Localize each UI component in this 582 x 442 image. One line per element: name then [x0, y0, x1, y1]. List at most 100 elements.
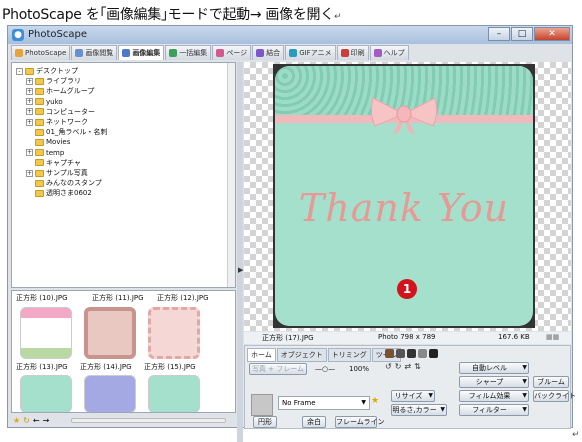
folder-tree[interactable]: - デスクトップ + ライブラリ + ホームグループ + yuko + コンピューター + ネットワー… [11, 62, 236, 288]
panel-splitter[interactable]: ▶ [237, 62, 243, 442]
library-icon [35, 77, 44, 85]
expander-icon[interactable]: - [16, 67, 23, 75]
bloom-button[interactable]: ブルーム [533, 376, 569, 388]
photo-frame-button[interactable]: 写真 + フレーム [249, 363, 307, 375]
trailing-return-mark: ↵ [572, 430, 580, 440]
auto-level-button[interactable]: 自動レベル ▼ [459, 362, 529, 374]
file-name: 正方形 (17).JPG [262, 334, 314, 342]
collapse-arrow-icon[interactable]: ▶ [238, 266, 243, 274]
close-button[interactable]: ✕ [534, 27, 570, 41]
thumbnail-panel: 正方形 (10).JPG 正方形 (11).JPG 正方形 (12).JPG 正… [11, 290, 236, 413]
tree-item[interactable]: Movies [26, 137, 70, 147]
step-badge: 1 [397, 279, 417, 299]
thumbnail-image[interactable] [84, 307, 136, 359]
thumbnail-image[interactable] [148, 307, 200, 359]
margin-button[interactable]: 余白 [302, 416, 326, 428]
tab-photoscape[interactable]: PhotoScape [11, 45, 71, 60]
star-icon[interactable]: ★ [13, 416, 20, 425]
bow-icon [370, 97, 438, 134]
flip-icon[interactable]: ⇄ [404, 362, 411, 371]
thumb-size-slider[interactable] [71, 418, 226, 423]
tab-home[interactable]: ホーム [247, 348, 276, 362]
sharpen-button[interactable]: シャープ ▼ [459, 376, 529, 388]
thank-you-card: Thank You 1 [275, 66, 533, 326]
tab-object[interactable]: オブジェクト [276, 348, 327, 362]
brightness-button[interactable]: 明るさ,カラー ▼ [391, 404, 447, 416]
minimize-button[interactable]: – [488, 27, 510, 41]
forward-icon[interactable]: → [43, 416, 50, 425]
tab-batch[interactable]: 一括編集 [165, 45, 212, 60]
color-tool-icon[interactable] [429, 349, 438, 358]
tab-label: 画像閲覧 [85, 48, 114, 57]
return-mark: ↵ [333, 12, 342, 22]
editor-icon [122, 49, 131, 57]
tree-item[interactable]: + ライブラリ [26, 76, 81, 86]
checker-icon[interactable]: ▦▦ [546, 333, 559, 341]
color-tool-icon[interactable] [407, 349, 416, 358]
tab-combine[interactable]: 結合 [252, 45, 285, 60]
thumbnail-image[interactable] [20, 307, 72, 359]
tree-item[interactable]: 01_角ラベル・名刺 [26, 127, 107, 137]
expander-icon[interactable]: + [26, 169, 33, 177]
color-tool-icon[interactable] [396, 349, 405, 358]
batch-icon [169, 49, 178, 57]
expander-icon[interactable]: + [26, 108, 33, 116]
thumbnail-image[interactable] [20, 375, 72, 412]
tab-crop[interactable]: トリミング [327, 348, 371, 362]
tree-item[interactable]: - デスクトップ [16, 66, 78, 76]
tree-item[interactable]: + サンプル写真 [26, 168, 88, 178]
frame-select[interactable]: No Frame ▼ [278, 396, 370, 410]
rotate-right-icon[interactable]: ↻ [395, 362, 402, 371]
tree-item[interactable]: 透明さま0602 [26, 188, 92, 198]
frame-preview [251, 394, 273, 416]
folder-icon [35, 128, 44, 136]
favorite-star-icon[interactable]: ★ [371, 396, 379, 406]
color-tool-icon[interactable] [418, 349, 427, 358]
expander-icon[interactable]: + [26, 87, 33, 95]
tree-item-label: ネットワーク [46, 118, 88, 126]
maximize-button[interactable]: □ [511, 27, 533, 41]
rotate-icon[interactable]: ↻ [23, 416, 30, 425]
tab-viewer[interactable]: 画像閲覧 [71, 45, 118, 60]
tab-help[interactable]: ヘルプ [369, 45, 409, 60]
tree-item[interactable]: + ホームグループ [26, 86, 94, 96]
thumbnail-image[interactable] [148, 375, 200, 412]
rotate-left-icon[interactable]: ↺ [385, 362, 392, 371]
round-button[interactable]: 円形 [253, 416, 277, 428]
color-tool-icon[interactable] [385, 349, 394, 358]
tree-item-label: ライブラリ [46, 77, 81, 86]
tree-item[interactable]: キャプチャ [26, 158, 81, 168]
expander-icon[interactable]: + [26, 118, 33, 126]
viewer-icon [75, 49, 84, 57]
edit-canvas[interactable]: Thank You 1 [244, 62, 571, 331]
tree-item-label: みんなのスタンプ [46, 179, 102, 188]
mirror-icon[interactable]: ⇅ [414, 362, 421, 371]
tree-item[interactable]: + コンピューター [26, 107, 95, 117]
expander-icon[interactable]: + [26, 149, 33, 157]
frame-line-button[interactable]: フレームライン [335, 416, 384, 428]
tab-page[interactable]: ページ [212, 45, 252, 60]
page-caption: PhotoScape を｢画像編集｣モードで起動→ 画像を開く↵ [2, 7, 342, 23]
computer-icon [35, 108, 44, 116]
tree-item[interactable]: + temp [26, 148, 64, 158]
tree-item-label: コンピューター [46, 107, 95, 116]
expander-icon[interactable]: + [26, 77, 33, 85]
back-icon[interactable]: ← [33, 416, 40, 425]
tree-item[interactable]: みんなのスタンプ [26, 178, 102, 188]
combine-icon [256, 49, 265, 57]
tab-editor[interactable]: 画像編集 [118, 45, 165, 60]
tree-item[interactable]: + yuko [26, 97, 63, 107]
filter-button[interactable]: フィルター ▼ [459, 404, 529, 416]
tab-gif[interactable]: GIFアニメ [285, 45, 336, 60]
thumb-label: 正方形 (13).JPG [16, 363, 68, 371]
tab-label: GIFアニメ [299, 48, 332, 57]
resize-button[interactable]: リサイズ ▼ [391, 390, 435, 402]
expander-icon[interactable]: + [26, 98, 33, 106]
zoom-slider-icon[interactable]: —○— [315, 365, 335, 373]
film-effect-button[interactable]: フィルム効果 ▼ [459, 390, 529, 402]
tab-print[interactable]: 印刷 [336, 45, 369, 60]
thumbnail-image[interactable] [84, 375, 136, 412]
tree-scrollbar[interactable] [227, 63, 235, 287]
backlight-button[interactable]: バックライト [533, 390, 576, 402]
tree-item[interactable]: + ネットワーク [26, 117, 88, 127]
